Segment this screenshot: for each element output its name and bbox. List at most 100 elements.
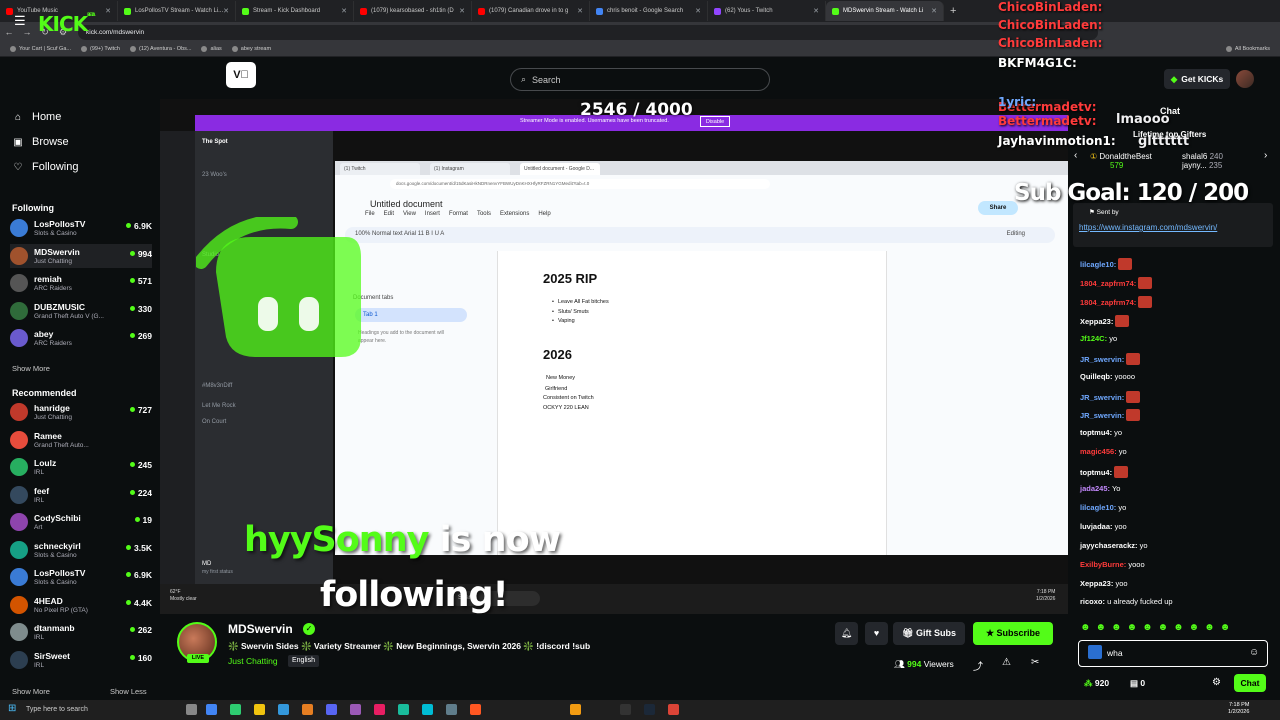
channel-points[interactable]: ⁂ 920 [1084,678,1109,689]
sidebar-channel[interactable]: LosPollosTV Slots & Casino 6.9K [10,216,152,240]
get-kicks-button[interactable]: ◆ Get KICKs [1164,69,1230,89]
chat-username[interactable]: 1804_zapfrm74: [1080,298,1136,307]
bookmark[interactable]: alias [201,46,222,52]
edge-icon[interactable] [422,704,433,715]
windows-start-icon[interactable]: ⊞ [8,703,16,714]
show-more-following[interactable]: Show More [12,364,50,373]
chat-message[interactable]: 1804_zapfrm74: [1080,277,1153,289]
gift-subs-button[interactable]: 🎁︎ Gift Subs [893,622,965,645]
emoji-icon[interactable]: ☺ [1249,647,1259,658]
browser-tab[interactable]: (62) Yous - Twitch ✕ [708,1,826,21]
all-bookmarks[interactable]: All Bookmarks [1225,46,1270,52]
chat-username[interactable]: toptmu4: [1080,468,1112,477]
language-tag[interactable]: English [288,655,319,667]
browser-tab[interactable]: (1079) kearsobased - sh1tin (D ✕ [354,1,472,21]
sidebar-channel[interactable]: SirSweet IRL 160 [10,648,152,672]
sidebar-channel[interactable]: LosPollosTV Slots & Casino 6.9K [10,565,152,589]
bookmark[interactable]: (12) Aventura - Obs... [130,46,191,52]
chat-username[interactable]: jada245: [1080,484,1110,493]
chat-message[interactable]: jada245: Yo [1080,484,1120,493]
close-tab-icon[interactable]: ✕ [341,7,347,15]
back-icon[interactable]: ← [0,27,18,37]
chat-message[interactable]: Jf124C: yo [1080,334,1117,343]
chevron-right-icon[interactable]: › [1264,150,1267,161]
chat-message[interactable]: lilcagle10: [1080,258,1133,270]
chat-username[interactable]: Jf124C: [1080,334,1107,343]
chat-username[interactable]: jayychaserackz: [1080,541,1138,550]
chat-username[interactable]: Xeppa23: [1080,579,1113,588]
sidebar-item-browse[interactable]: ▣ Browse [12,136,68,148]
gifter-item[interactable]: ① DonaldtheBest 579 [1090,152,1152,170]
chat-username[interactable]: lilcagle10: [1080,503,1116,512]
show-less-button[interactable]: Show Less [110,687,147,696]
browser-tab-active[interactable]: MDSwervin Stream - Watch Li ✕ [826,1,944,21]
taskbar-app-icon[interactable] [620,704,631,715]
clip-icon[interactable]: ✂ [1031,657,1039,668]
forward-icon[interactable]: → [18,27,36,37]
taskbar-app-icon[interactable] [374,704,385,715]
close-tab-icon[interactable]: ✕ [223,7,229,15]
sidebar-channel[interactable]: MDSwervin Just Chatting 994 [10,243,152,268]
browser-tab[interactable]: Stream - Kick Dashboard ✕ [236,1,354,21]
url-field[interactable]: kick.com/mdswervin [78,24,1098,40]
taskbar-app-icon[interactable] [278,704,289,715]
sidebar-item-following[interactable]: ♡ Following [12,161,79,173]
sidebar-channel[interactable]: Loulz IRL 245 [10,455,152,479]
chat-settings-icon[interactable]: ⚙ [1212,677,1221,688]
bookmark[interactable]: (99+) Twitch [80,46,120,52]
chat-message[interactable]: luvjadaa: yoo [1080,522,1127,531]
chat-username[interactable]: Xeppa23: [1080,317,1113,326]
chat-username[interactable]: JR_swervin: [1080,393,1124,402]
sidebar-channel[interactable]: Ramee Grand Theft Auto... [10,428,152,452]
chat-message[interactable]: toptmu4: yo [1080,428,1122,437]
chat-message[interactable]: JR_swervin: [1080,391,1141,403]
sidebar-channel[interactable]: dtanmanb IRL 262 [10,620,152,644]
chat-message[interactable]: JR_swervin: [1080,353,1141,365]
chat-username[interactable]: luvjadaa: [1080,522,1113,531]
sidebar-channel[interactable]: feef IRL 224 [10,483,152,507]
chat-message[interactable]: 1804_zapfrm74: [1080,296,1153,308]
video-player[interactable]: Streamer Mode is enabled. Usernames have… [160,99,1068,614]
sidebar-channel[interactable]: remiah ARC Raiders 571 [10,271,152,295]
close-tab-icon[interactable]: ✕ [695,7,701,15]
taskbar-app-icon[interactable] [668,704,679,715]
avatar[interactable] [1236,70,1254,88]
follow-heart-icon[interactable]: ♥ [865,622,888,645]
close-tab-icon[interactable]: ✕ [577,7,583,15]
streamer-name[interactable]: MDSwervin [228,622,293,636]
chat-message[interactable]: Xeppa23: yoo [1080,579,1128,588]
taskbar-app-icon[interactable] [570,704,581,715]
show-more-recommended[interactable]: Show More [12,687,50,696]
new-tab-button[interactable]: + [944,5,962,17]
chat-username[interactable]: JR_swervin: [1080,355,1124,364]
chat-message[interactable]: magic456: yo [1080,447,1127,456]
taskbar-app-icon[interactable] [398,704,409,715]
gift-boxes[interactable]: ▤ 0 [1130,678,1145,689]
chat-username[interactable]: lilcagle10: [1080,260,1116,269]
chat-username[interactable]: magic456: [1080,447,1117,456]
pinned-link[interactable]: https://www.instagram.com/mdswervin/ [1079,223,1261,232]
close-tab-icon[interactable]: ✕ [459,7,465,15]
close-tab-icon[interactable]: ✕ [105,7,111,15]
vod-icon[interactable]: V⃞ [226,62,256,88]
chat-message[interactable]: Quilleqb: yoooo [1080,372,1135,381]
sidebar-channel[interactable]: hanridge Just Chatting 727 [10,400,152,424]
chat-message[interactable]: ricoxo: u already fucked up [1080,597,1173,606]
chat-message[interactable]: lilcagle10: yo [1080,503,1126,512]
bookmark[interactable]: Your Cart | Scuf Ga... [10,46,71,52]
chat-message[interactable]: JR_swervin: [1080,409,1141,421]
menu-icon[interactable]: ☰ [14,14,26,27]
notification-bell-icon[interactable]: 🔔︎ [835,622,858,645]
taskbar-app-icon[interactable] [206,704,217,715]
chat-username[interactable]: Quilleqb: [1080,372,1113,381]
chrome-icon[interactable] [302,704,313,715]
close-tab-icon[interactable]: ✕ [813,7,819,15]
chat-username[interactable]: 1804_zapfrm74: [1080,279,1136,288]
close-tab-icon[interactable]: ✕ [931,7,937,15]
file-explorer-icon[interactable] [254,704,265,715]
chat-username[interactable]: JR_swervin: [1080,411,1124,420]
windows-clock[interactable]: 7:18 PM 1/2/2026 [1228,702,1249,716]
browser-tab[interactable]: chris benoit - Google Search ✕ [590,1,708,21]
chat-input-box[interactable]: ☺ [1078,640,1268,667]
steam-icon[interactable] [644,704,655,715]
